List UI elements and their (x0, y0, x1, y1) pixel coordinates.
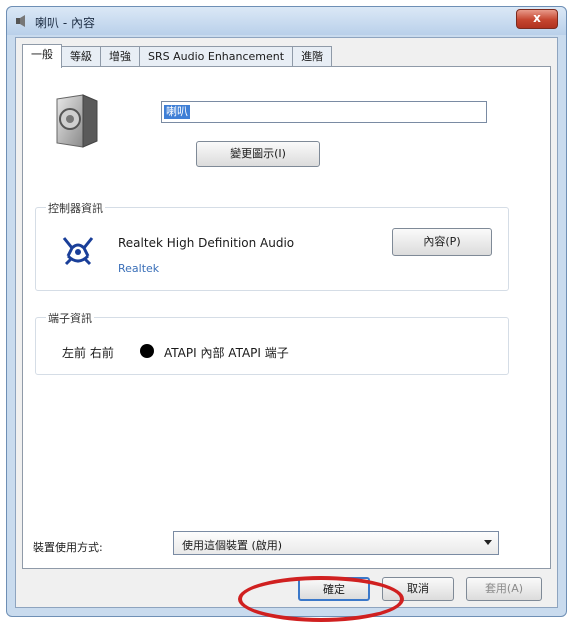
chevron-down-icon (484, 540, 492, 545)
ok-button[interactable]: 確定 (298, 577, 370, 601)
controller-vendor-link[interactable]: Realtek (118, 262, 159, 275)
jack-info-group: 端子資訊 左前 右前 ATAPI 內部 ATAPI 端子 (35, 310, 509, 375)
properties-window: 喇叭 - 內容 x 一般 等級 增強 SRS Audio Enhancement… (6, 6, 567, 617)
tab-advanced[interactable]: 進階 (292, 46, 333, 67)
tab-general[interactable]: 一般 (22, 44, 62, 68)
title-bar[interactable]: 喇叭 - 內容 x (7, 7, 566, 35)
device-name-value: 喇叭 (164, 105, 190, 119)
tab-levels[interactable]: 等級 (61, 46, 101, 67)
cancel-button[interactable]: 取消 (382, 577, 454, 601)
window-title: 喇叭 - 內容 (35, 16, 95, 30)
controller-info-group: 控制器資訊 Realtek High Definition Audio Real… (35, 200, 509, 291)
change-icon-button[interactable]: 變更圖示(I) (196, 141, 320, 167)
jack-name: ATAPI 內部 ATAPI 端子 (164, 346, 289, 360)
tab-strip: 一般 等級 增強 SRS Audio Enhancement 進階 (22, 44, 333, 68)
speaker-small-icon (16, 15, 25, 27)
device-usage-value: 使用這個裝置 (啟用) (182, 539, 283, 552)
controller-name: Realtek High Definition Audio (118, 236, 295, 250)
device-usage-select[interactable]: 使用這個裝置 (啟用) (173, 531, 499, 555)
realtek-logo-icon (62, 237, 94, 266)
jack-channels: 左前 右前 (62, 346, 114, 360)
jack-info-label: 端子資訊 (46, 310, 94, 326)
controller-info-label: 控制器資訊 (46, 200, 105, 216)
tab-srs-audio[interactable]: SRS Audio Enhancement (139, 46, 294, 67)
speaker-icon (56, 94, 98, 148)
close-button[interactable]: x (516, 9, 558, 29)
tab-enhancements[interactable]: 增強 (100, 46, 140, 67)
jack-color-indicator (140, 344, 154, 358)
device-name-input[interactable]: 喇叭 (161, 101, 487, 123)
apply-button[interactable]: 套用(A) (466, 577, 542, 601)
properties-button[interactable]: 內容(P) (392, 228, 492, 256)
device-usage-label: 裝置使用方式: (33, 541, 103, 554)
general-tab-panel: 喇叭 變更圖示(I) 控制器資訊 Realtek High Definition… (22, 66, 551, 569)
dialog-client: 一般 等級 增強 SRS Audio Enhancement 進階 喇叭 變更圖… (15, 37, 558, 608)
